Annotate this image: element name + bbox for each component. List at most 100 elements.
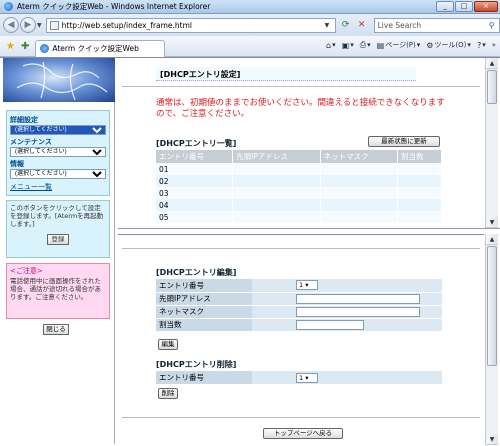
forward-icon[interactable]: ▶ [20, 17, 36, 33]
feeds-icon[interactable]: ▣ ▾ [342, 41, 354, 50]
row-entry-no: 01 [156, 163, 234, 175]
col-netmask: ネットマスク [320, 150, 399, 163]
command-bar: ★ ✚ Aterm クイック設定Web ⌂ ▾ ▣ ▾ ⎙ ▾ ▤ ページ(P) ▾ ⚙ ツ… [0, 36, 500, 57]
scroll-down-icon[interactable]: ▼ [486, 217, 498, 228]
left-frame: 詳細設定 (選択してください) メンテナンス (選択してください) 情報 (選択… [3, 58, 115, 444]
table-row: 04 [156, 199, 442, 211]
col-count: 割当数 [397, 150, 442, 163]
close-button[interactable]: × [474, 1, 498, 12]
entry-no-value: 1 [299, 281, 304, 290]
search-field[interactable]: Live Search ⚲ [373, 17, 500, 33]
minimize-button[interactable]: _ [436, 1, 454, 12]
info-label: 情報 [10, 160, 24, 168]
register-button[interactable]: 登録 [47, 234, 69, 245]
menu-list-link[interactable]: メニュー一覧 [10, 182, 106, 192]
start-ip-label: 先頭IPアドレス [156, 292, 252, 306]
history-dropdown-icon[interactable]: ▼ [37, 22, 42, 29]
scroll-thumb[interactable] [487, 246, 497, 366]
divider [122, 248, 480, 249]
refresh-icon[interactable]: ⟳ [338, 18, 354, 33]
browser-tab[interactable]: Aterm クイック設定Web [35, 39, 166, 57]
table-row: 05 [156, 211, 442, 223]
edit-title: [DHCPエントリ編集] [156, 268, 237, 277]
netmask-input[interactable] [296, 306, 420, 317]
search-icon[interactable]: ⚲ [485, 21, 499, 30]
maintenance-label: メンテナンス [10, 138, 52, 146]
delete-entry-select[interactable]: 1 ▾ [296, 372, 318, 383]
search-placeholder: Live Search [377, 20, 422, 30]
menu-box: 詳細設定 (選択してください) メンテナンス (選択してください) 情報 (選択… [6, 110, 110, 196]
back-icon[interactable]: ◀ [3, 17, 19, 33]
close-window-button[interactable]: 閉じる [43, 324, 69, 335]
scroll-up-icon[interactable]: ▲ [486, 234, 498, 245]
warning-text: 電話使用中に画面操作をされた場合、通話が途切れる場合があります。ご注意ください。 [10, 277, 101, 301]
url-dropdown-icon[interactable]: ▼ [325, 22, 335, 29]
delete-button[interactable]: 削除 [158, 388, 178, 399]
favorites-star-icon[interactable]: ★ [6, 41, 15, 52]
page-title: [DHCPエントリ設定] [156, 67, 416, 81]
url-field[interactable]: http://web.setup/index_frame.html ▼ [45, 17, 336, 33]
page-content: 詳細設定 (選択してください) メンテナンス (選択してください) 情報 (選択… [0, 57, 500, 446]
start-ip-input[interactable] [296, 293, 420, 304]
title-bar: Aterm クイック設定Web - Windows Internet Explo… [0, 0, 500, 14]
delete-entry-value: 1 [299, 373, 304, 382]
edit-button[interactable]: 編集 [158, 339, 178, 350]
warning-box: <ご注意> 電話使用中に画面操作をされた場合、通話が途切れる場合があります。ご注… [6, 263, 110, 319]
row-entry-no: 02 [156, 175, 234, 187]
col-start-ip: 先頭IPアドレス [232, 150, 321, 163]
chevron-right-icon[interactable]: » [492, 41, 496, 49]
entry-no-select[interactable]: 1 ▾ [296, 280, 318, 291]
bottom-frame: [DHCPエントリ編集] エントリ番号 1 ▾ 先頭IPアドレス ネットマスク … [118, 234, 484, 445]
aterm-logo [3, 58, 115, 102]
help-icon[interactable]: ? ▾ [477, 41, 486, 50]
tools-menu[interactable]: ⚙ ツール(O) ▾ [426, 40, 471, 50]
top-scrollbar[interactable]: ▲ ▼ [485, 58, 498, 228]
dhcp-entry-table: エントリ番号 先頭IPアドレス ネットマスク 割当数 01 02 03 04 0… [156, 150, 442, 223]
register-box: このボタンをクリックして設定を登録します。[Atermを再起動します。] 登録 [6, 200, 110, 258]
scroll-up-icon[interactable]: ▲ [486, 58, 498, 69]
entry-no-label: エントリ番号 [156, 279, 252, 293]
row-entry-no: 04 [156, 199, 234, 211]
row-entry-no: 05 [156, 211, 234, 223]
divider [122, 417, 480, 418]
detail-settings-label: 詳細設定 [10, 116, 38, 124]
scroll-down-icon[interactable]: ▼ [486, 434, 498, 445]
tab-label: Aterm クイック設定Web [52, 44, 139, 53]
count-input[interactable] [296, 319, 364, 330]
bottom-scrollbar[interactable]: ▲ ▼ [485, 234, 498, 445]
add-favorites-icon[interactable]: ✚ [21, 41, 29, 52]
delete-form: エントリ番号 1 ▾ [156, 371, 442, 384]
col-entry-no: エントリ番号 [156, 150, 234, 163]
divider [122, 86, 480, 87]
edit-form: エントリ番号 1 ▾ 先頭IPアドレス ネットマスク 割当数 [156, 279, 442, 332]
scroll-thumb[interactable] [487, 70, 497, 104]
refresh-status-button[interactable]: 最新状態に更新 [368, 136, 440, 147]
info-select[interactable]: (選択してください) [10, 169, 106, 179]
print-icon[interactable]: ⎙ ▾ [360, 40, 371, 50]
row-entry-no: 03 [156, 187, 234, 199]
table-row: 02 [156, 175, 442, 187]
list-title: [DHCPエントリ一覧] [156, 139, 237, 148]
netmask-label: ネットマスク [156, 305, 252, 319]
stop-icon[interactable]: ✕ [354, 18, 370, 33]
notice-text: 通常は、初期値のままでお使いください。間違えると接続できなくなりますので、ご注意… [156, 98, 445, 119]
back-to-top-button[interactable]: トップページへ戻る [263, 428, 343, 439]
delete-entry-label: エントリ番号 [156, 371, 252, 384]
tab-favicon [40, 44, 50, 53]
window-title: Aterm クイック設定Web - Windows Internet Explo… [17, 2, 211, 11]
count-label: 割当数 [156, 318, 252, 332]
maximize-button[interactable]: □ [455, 1, 473, 12]
top-frame: [DHCPエントリ設定] 通常は、初期値のままでお使いください。間違えると接続で… [118, 58, 484, 228]
tools-menu-label: ツール(O) [434, 41, 467, 49]
delete-title: [DHCPエントリ削除] [156, 360, 237, 369]
register-note: このボタンをクリックして設定を登録します。[Atermを再起動します。] [10, 204, 104, 228]
maintenance-select[interactable]: (選択してください) [10, 147, 106, 157]
page-menu[interactable]: ▤ ページ(P) ▾ [377, 40, 421, 50]
url-text: http://web.setup/index_frame.html [61, 20, 192, 30]
detail-settings-select[interactable]: (選択してください) [10, 125, 106, 135]
page-icon [49, 20, 59, 30]
table-row: 03 [156, 187, 442, 199]
table-row: 01 [156, 163, 442, 175]
warning-title: <ご注意> [10, 267, 43, 275]
home-icon[interactable]: ⌂ ▾ [326, 41, 336, 50]
